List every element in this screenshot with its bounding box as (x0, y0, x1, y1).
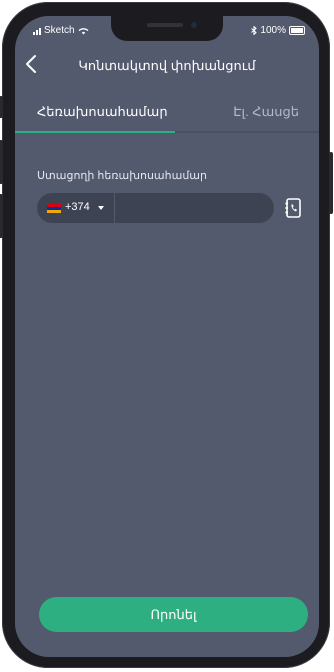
active-tab-indicator (15, 131, 175, 133)
notch (111, 16, 223, 41)
power-button (329, 152, 333, 214)
battery-percent: 100% (260, 25, 286, 36)
contacts-book-icon[interactable] (285, 198, 301, 218)
carrier-name: Sketch (44, 25, 75, 36)
tab-email[interactable]: Էլ. Հասցե (233, 104, 299, 120)
caret-down-icon (98, 206, 104, 210)
camera (191, 22, 197, 28)
bluetooth-icon (251, 26, 258, 35)
recipient-phone-label: Ստացողի հեռախոսահամար (37, 170, 207, 182)
signal-icon (33, 27, 41, 35)
battery-icon (289, 26, 305, 35)
country-code-selector[interactable]: +374 (37, 193, 115, 223)
wifi-icon (78, 27, 89, 34)
country-code: +374 (65, 201, 90, 213)
volume-up-button (0, 140, 3, 184)
phone-number-input[interactable] (117, 193, 267, 223)
app-screen: Sketch 100% Կոնտակտով փոխանցում Հեռախոսա… (15, 16, 319, 657)
volume-down-button (0, 194, 3, 238)
tab-bar: Հեռախոսահամար Էլ. Հասցե (15, 104, 319, 134)
page-title: Կոնտակտով փոխանցում (78, 58, 256, 73)
tab-phone-number[interactable]: Հեռախոսահամար (37, 104, 168, 120)
phone-input-group: +374 (37, 193, 274, 223)
silent-switch (0, 96, 3, 118)
armenia-flag-icon (47, 204, 61, 213)
search-button[interactable]: Որոնել (39, 597, 308, 632)
phone-frame: Sketch 100% Կոնտակտով փոխանցում Հեռախոսա… (0, 2, 333, 668)
app-header: Կոնտակտով փոխանցում (15, 52, 319, 80)
speaker (147, 23, 183, 27)
